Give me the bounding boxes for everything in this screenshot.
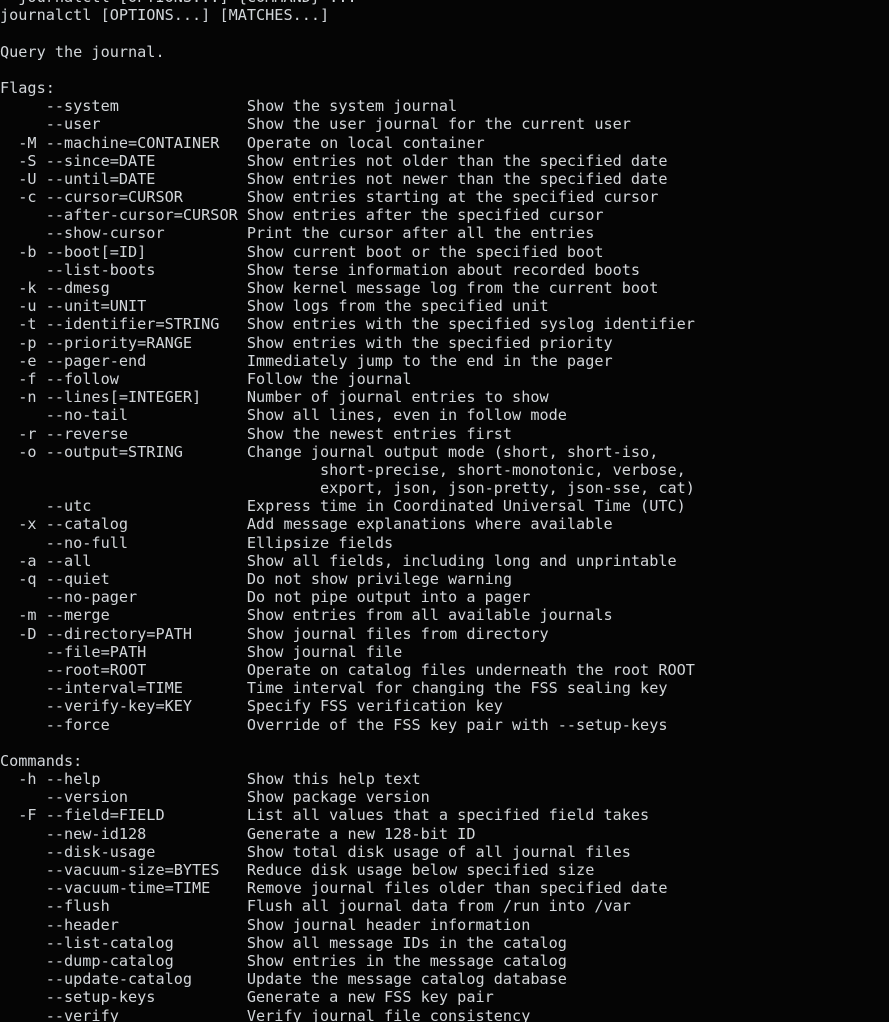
flag-row: -q --quiet Do not show privilege warning [0, 570, 513, 588]
flag-row: --system Show the system journal [0, 97, 458, 116]
flag-row: -D --directory=PATH Show journal files f… [0, 624, 549, 643]
command-row: --vacuum-size=BYTES Reduce disk usage be… [0, 861, 595, 879]
command-row: --list-catalog Show all message IDs in t… [0, 933, 567, 952]
flag-row: --root=ROOT Operate on catalog files und… [0, 660, 695, 679]
usage-line: journalctl [OPTIONS...] [MATCHES...] [0, 6, 330, 25]
flag-row: -S --since=DATE Show entries not older t… [0, 151, 668, 170]
flag-row: -U --until=DATE Show entries not newer t… [0, 169, 668, 188]
commands-section-header: Commands: [0, 751, 83, 770]
command-row: -h --help Show this help text [0, 770, 421, 789]
command-row: --flush Flush all journal data from /run… [0, 897, 631, 916]
flag-row: --force Override of the FSS key pair wit… [0, 715, 668, 734]
flag-row: -r --reverse Show the newest entries fir… [0, 424, 513, 443]
command-row: -F --field=FIELD List all values that a … [0, 806, 650, 825]
flag-row: --user Show the user journal for the cur… [0, 115, 631, 134]
flag-row: -k --dmesg Show kernel message log from … [0, 279, 659, 297]
flag-row: --file=PATH Show journal file [0, 642, 403, 661]
flag-row: -f --follow Follow the journal [0, 369, 412, 388]
flag-row: --show-cursor Print the cursor after all… [0, 224, 595, 243]
terminal-screen: journalctl [OPTIONS...] {COMMAND} ... jo… [0, 0, 889, 1022]
flag-row: -e --pager-end Immediately jump to the e… [0, 351, 613, 370]
terminal-window[interactable]: journalctl [OPTIONS...] {COMMAND} ... jo… [0, 0, 889, 1022]
command-row: --header Show journal header information [0, 915, 531, 934]
flag-row: -M --machine=CONTAINER Operate on local … [0, 133, 485, 152]
flag-row: -o --output=STRING Change journal output… [0, 442, 659, 461]
commands-list: -h --help Show this help text --version … [0, 770, 889, 1022]
flag-row: -x --catalog Add message explanations wh… [0, 515, 613, 534]
flag-row: -u --unit=UNIT Show logs from the specif… [0, 297, 549, 316]
flag-row: --no-full Ellipsize fields [0, 533, 394, 552]
flag-row: --after-cursor=CURSOR Show entries after… [0, 206, 604, 225]
flag-row: -n --lines[=INTEGER] Number of journal e… [0, 388, 549, 407]
program-description: Query the journal. [0, 42, 165, 61]
flag-row: -c --cursor=CURSOR Show entries starting… [0, 188, 659, 207]
flag-row: --utc Express time in Coordinated Univer… [0, 497, 686, 516]
command-row: --vacuum-time=TIME Remove journal files … [0, 879, 668, 898]
flag-row-continuation: export, json, json-pretty, json-sse, cat… [0, 479, 695, 498]
flag-row: -p --priority=RANGE Show entries with th… [0, 333, 613, 352]
command-row: --setup-keys Generate a new FSS key pair [0, 988, 494, 1007]
flag-row-continuation: short-precise, short-monotonic, verbose, [0, 460, 686, 479]
command-row: --update-catalog Update the message cata… [0, 970, 567, 989]
command-row: --dump-catalog Show entries in the messa… [0, 951, 567, 970]
flag-row: --list-boots Show terse information abou… [0, 260, 641, 279]
flag-row: --interval=TIME Time interval for changi… [0, 679, 668, 698]
flag-row: -t --identifier=STRING Show entries with… [0, 315, 695, 334]
flag-row: -b --boot[=ID] Show current boot or the … [0, 242, 604, 261]
flag-row: --no-pager Do not pipe output into a pag… [0, 588, 531, 607]
flag-row: -a --all Show all fields, including long… [0, 551, 677, 570]
command-row: --disk-usage Show total disk usage of al… [0, 842, 631, 861]
flag-row: --no-tail Show all lines, even in follow… [0, 406, 567, 425]
flags-list: --system Show the system journal --user … [0, 97, 889, 734]
flags-section-header: Flags: [0, 78, 55, 97]
flag-row: --verify-key=KEY Specify FSS verificatio… [0, 697, 503, 716]
command-row: --verify Verify journal file consistency [0, 1006, 531, 1022]
command-row: --new-id128 Generate a new 128-bit ID [0, 824, 476, 843]
command-row: --version Show package version [0, 788, 430, 807]
flag-row: -m --merge Show entries from all availab… [0, 606, 613, 625]
